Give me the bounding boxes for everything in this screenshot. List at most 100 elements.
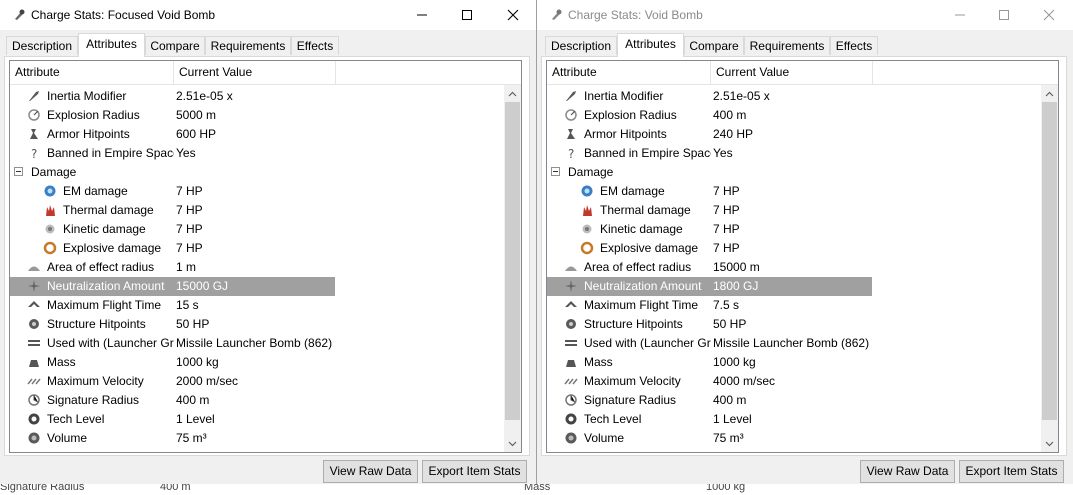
attribute-row[interactable]: Inertia Modifier 2.51e-05 x [547,87,872,106]
tab-description[interactable]: Description [6,36,78,55]
attribute-row[interactable]: Signature Radius 400 m [547,391,872,410]
attribute-row[interactable]: Maximum Velocity 2000 m/sec [10,372,335,391]
attribute-row[interactable]: EM damage 7 HP [547,182,872,201]
attribute-label: Maximum Velocity [584,374,681,388]
export-item-stats-button[interactable]: Export Item Stats [422,460,527,483]
column-header-attribute[interactable]: Attribute [547,61,711,84]
vertical-scrollbar[interactable] [1041,85,1058,452]
minimize-button[interactable] [937,0,983,30]
tab-effects[interactable]: Effects [291,36,339,55]
scroll-thumb[interactable] [505,102,520,420]
title-bar[interactable]: Charge Stats: Focused Void Bomb [0,0,536,30]
list-header: Attribute Current Value [10,61,521,85]
attribute-row[interactable]: Thermal damage 7 HP [10,201,335,220]
view-raw-data-button[interactable]: View Raw Data [323,460,418,483]
attribute-value: 50 HP [176,317,210,331]
attribute-row[interactable]: Maximum Flight Time 7.5 s [547,296,872,315]
attribute-row[interactable]: Volume 75 m³ [10,429,335,448]
tab-description[interactable]: Description [545,36,617,55]
window-focused-void-bomb: Charge Stats: Focused Void Bomb Descript… [0,0,537,495]
attribute-label: Area of effect radius [584,260,692,274]
attribute-row[interactable]: EM damage 7 HP [10,182,335,201]
tab-requirements[interactable]: Requirements [744,36,830,55]
column-header-attribute[interactable]: Attribute [10,61,174,84]
scroll-thumb[interactable] [1042,102,1057,420]
group-row-damage[interactable]: Damage [10,163,335,182]
export-item-stats-button[interactable]: Export Item Stats [959,460,1064,483]
attribute-value: 400 m [713,108,747,122]
scroll-up-arrow[interactable] [504,85,521,102]
close-button[interactable] [490,0,536,30]
attribute-row[interactable]: Tech Level 1 Level [10,410,335,429]
attribute-row[interactable]: Maximum Flight Time 15 s [10,296,335,315]
attributes-list[interactable]: Attribute Current Value Inertia Modifier… [9,60,522,453]
tab-attributes[interactable]: Attributes [78,33,145,57]
tech-level-icon [565,413,577,425]
tab-effects[interactable]: Effects [830,36,878,55]
maximize-button[interactable] [444,0,490,30]
tab-compare[interactable]: Compare [684,36,744,55]
attribute-row[interactable]: Kinetic damage 7 HP [10,220,335,239]
attribute-row[interactable]: Structure Hitpoints 50 HP [547,315,872,334]
background-window-strip: Signature Radius 400 m Mass 1000 kg [0,484,1073,495]
attributes-list[interactable]: Attribute Current Value Inertia Modifier… [546,60,1059,453]
tab-requirements[interactable]: Requirements [205,36,291,55]
attribute-label: Thermal damage [63,203,154,217]
scroll-up-arrow[interactable] [1041,85,1058,102]
attribute-row[interactable]: Armor Hitpoints 240 HP [547,125,872,144]
area-effect-icon [28,266,40,271]
maximize-button[interactable] [981,0,1027,30]
attribute-row[interactable]: Explosive damage 7 HP [10,239,335,258]
attribute-row[interactable]: Volume 75 m³ [547,429,872,448]
attribute-row[interactable]: Maximum Velocity 4000 m/sec [547,372,872,391]
attribute-value: 7 HP [713,184,740,198]
collapse-toggle-icon[interactable] [551,167,560,176]
attribute-value: Missile Launcher Bomb (862) [176,336,333,350]
attribute-value: 7 HP [176,222,203,236]
background-text: Mass [524,484,551,493]
attribute-label: Damage [31,165,77,179]
view-raw-data-button[interactable]: View Raw Data [860,460,955,483]
attribute-row[interactable]: Mass 1000 kg [547,353,872,372]
tab-attributes[interactable]: Attributes [617,33,684,57]
attribute-row[interactable]: Area of effect radius 1 m [10,258,335,277]
column-header-current-value[interactable]: Current Value [711,61,873,84]
vertical-scrollbar[interactable] [504,85,521,452]
attribute-row[interactable]: Used with (Launcher Group)Missile Launch… [10,334,335,353]
attribute-row[interactable]: Neutralization Amount 1800 GJ [547,277,872,296]
column-header-current-value[interactable]: Current Value [174,61,336,84]
attribute-row[interactable]: Explosive damage 7 HP [547,239,872,258]
close-button[interactable] [1026,0,1072,30]
attribute-row[interactable]: Kinetic damage 7 HP [547,220,872,239]
attribute-label: Armor Hitpoints [47,127,130,141]
attribute-row[interactable]: ? Banned in Empire Space Yes [547,144,872,163]
attribute-row[interactable]: Used with (Launcher Group)Missile Launch… [547,334,872,353]
window-void-bomb: Charge Stats: Void Bomb Description Attr… [537,0,1073,495]
attribute-value: 7 HP [713,222,740,236]
attribute-row[interactable]: Neutralization Amount 15000 GJ [10,277,335,296]
attribute-row[interactable]: Mass 1000 kg [10,353,335,372]
group-row-damage[interactable]: Damage [547,163,872,182]
signature-icon [28,394,40,406]
attribute-row[interactable]: Thermal damage 7 HP [547,201,872,220]
minimize-button[interactable] [399,0,445,30]
attribute-row[interactable]: Structure Hitpoints 50 HP [10,315,335,334]
scroll-down-arrow[interactable] [1041,435,1058,452]
attribute-row[interactable]: Explosion Radius 5000 m [10,106,335,125]
attribute-row[interactable]: Area of effect radius 15000 m [547,258,872,277]
explosive-damage-icon [580,241,594,255]
attribute-row[interactable]: ? Banned in Empire Space Yes [10,144,335,163]
attribute-row[interactable]: Inertia Modifier 2.51e-05 x [10,87,335,106]
attribute-row[interactable]: Explosion Radius 400 m [547,106,872,125]
attribute-row[interactable]: Tech Level 1 Level [547,410,872,429]
attribute-row[interactable]: Signature Radius 400 m [10,391,335,410]
collapse-toggle-icon[interactable] [14,167,23,176]
title-bar[interactable]: Charge Stats: Void Bomb [537,0,1073,30]
scroll-down-arrow[interactable] [504,435,521,452]
minimize-icon [955,14,965,16]
attribute-row[interactable]: Armor Hitpoints 600 HP [10,125,335,144]
background-text: Signature Radius [0,484,85,493]
attribute-value: 2000 m/sec [176,374,239,388]
attribute-value: 7.5 s [713,298,740,312]
tab-compare[interactable]: Compare [145,36,205,55]
